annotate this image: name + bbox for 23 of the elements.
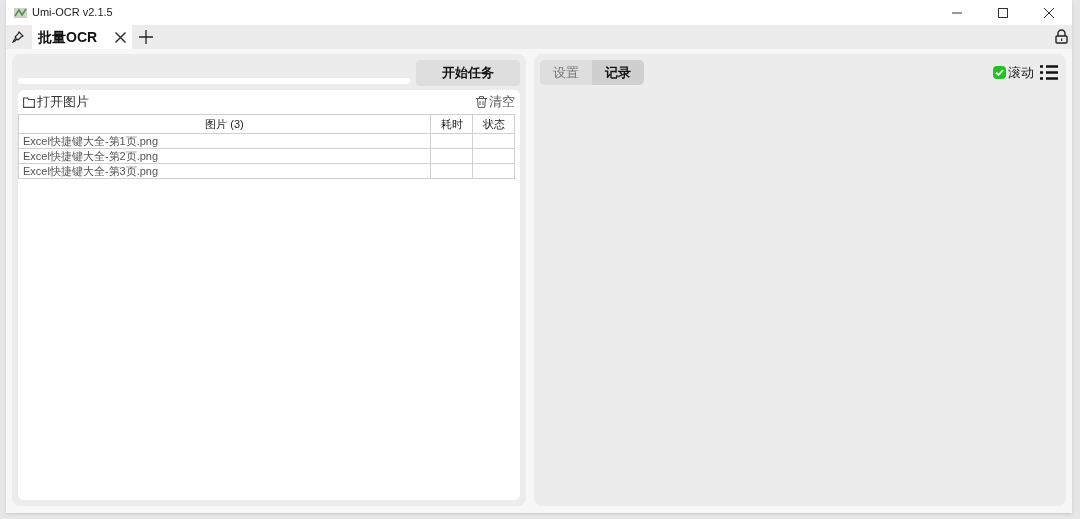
app-icon bbox=[14, 6, 27, 19]
column-header: 图片 (3) bbox=[18, 114, 431, 134]
start-task-button[interactable]: 开始任务 bbox=[416, 60, 520, 86]
clear-button[interactable]: 清空 bbox=[476, 92, 515, 112]
open-images-button[interactable]: 打开图片 bbox=[23, 92, 89, 112]
close-tab-icon[interactable] bbox=[115, 31, 127, 43]
maximize-icon[interactable] bbox=[998, 7, 1008, 18]
table-cell: Excel快捷键大全-第3页.png bbox=[18, 163, 431, 179]
lock-icon[interactable] bbox=[1055, 29, 1068, 44]
add-tab-icon[interactable] bbox=[139, 30, 154, 44]
menu-icon[interactable] bbox=[1040, 65, 1058, 80]
tab[interactable]: 批量OCR bbox=[32, 25, 133, 49]
tab[interactable]: 记录 bbox=[592, 60, 644, 85]
trash-icon bbox=[476, 96, 487, 108]
table-cell: Excel快捷键大全-第2页.png bbox=[18, 148, 431, 164]
column-header: 状态 bbox=[472, 114, 515, 134]
close-icon[interactable] bbox=[1044, 7, 1054, 18]
window-title: Umi-OCR v2.1.5 bbox=[32, 5, 113, 21]
folder-icon bbox=[23, 96, 35, 108]
table-cell: Excel快捷键大全-第1页.png bbox=[18, 133, 431, 149]
scroll-toggle[interactable]: 滚动 bbox=[993, 62, 1034, 83]
column-header: 耗时 bbox=[430, 114, 473, 134]
pin-icon[interactable] bbox=[12, 31, 24, 43]
